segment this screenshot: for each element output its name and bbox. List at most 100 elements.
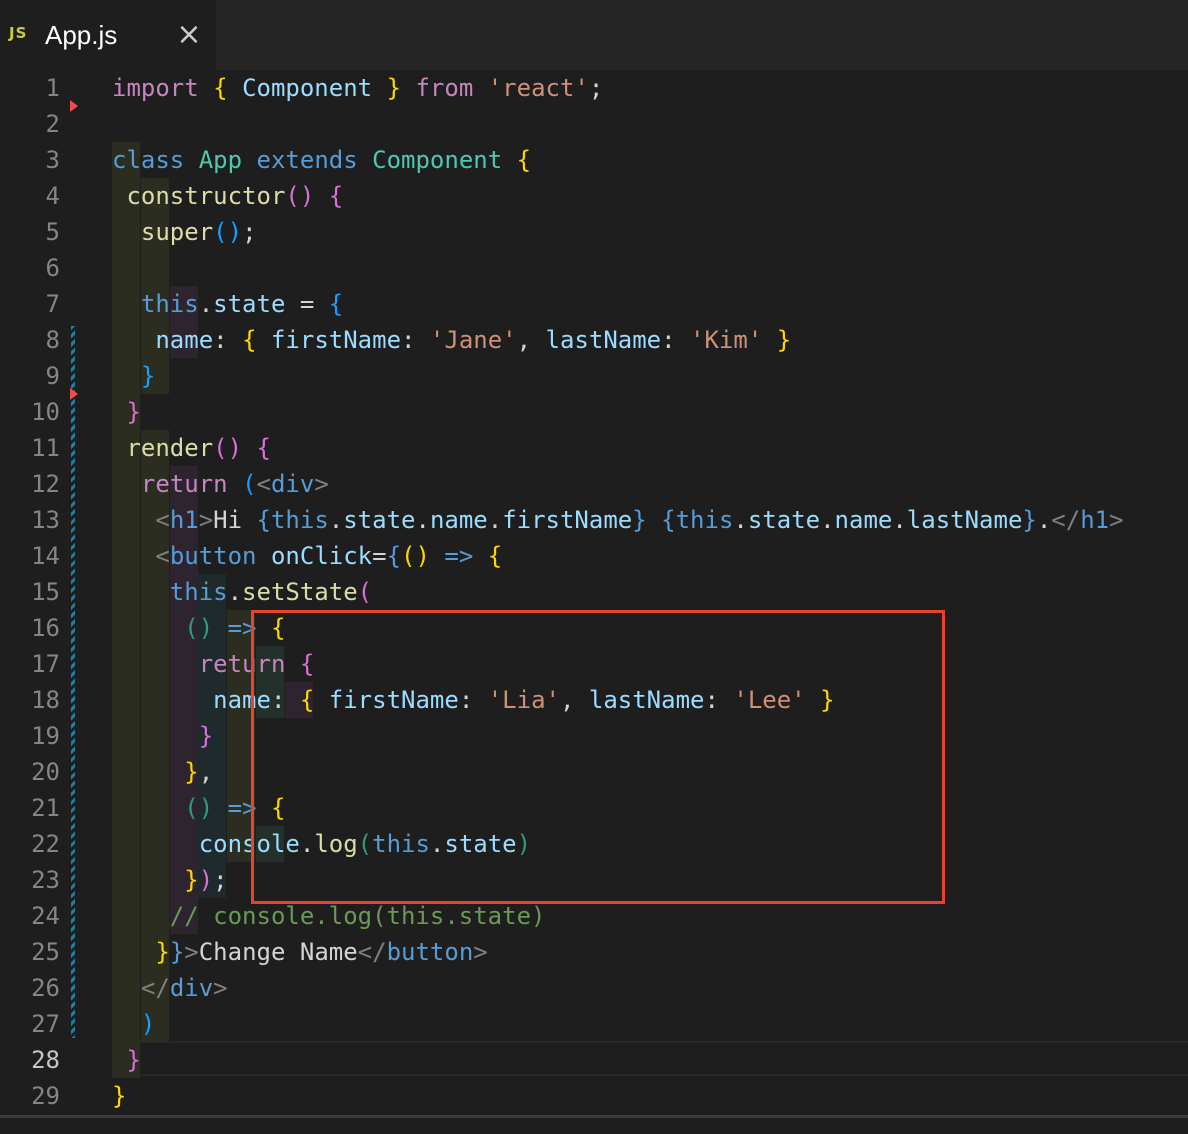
current-line-highlight [112, 1041, 1188, 1076]
code-line[interactable]: <h1>Hi {this.state.name.firstName} {this… [112, 502, 1124, 538]
code-token: { [242, 326, 257, 354]
code-token: setState [242, 578, 358, 606]
code-token: > [1109, 506, 1124, 534]
code-line[interactable]: super(); [112, 214, 257, 250]
code-line[interactable]: </div> [112, 970, 228, 1006]
code-line[interactable]: this.state = { [112, 286, 343, 322]
code-token: > [314, 470, 329, 498]
code-line[interactable]: ) [112, 1006, 155, 1042]
code-token: </ [357, 938, 387, 966]
line-number: 14 [31, 542, 60, 570]
annotation-highlight-box [251, 610, 945, 904]
code-token: } [169, 938, 185, 966]
line-number: 4 [45, 182, 60, 210]
code-token: } [776, 326, 792, 354]
line-number: 7 [45, 290, 60, 318]
code-line[interactable]: } [112, 394, 140, 430]
code-token: constructor [126, 182, 286, 210]
code-token: > [473, 938, 488, 966]
code-line[interactable]: } [112, 718, 213, 754]
code-token: render [126, 434, 214, 462]
code-token: : [661, 326, 691, 354]
code-token: ) [198, 866, 214, 894]
line-number: 17 [31, 650, 60, 678]
code-token: : [401, 326, 430, 354]
code-token: 'react' [487, 74, 589, 102]
code-token: return [140, 470, 228, 498]
close-icon[interactable]: × [174, 18, 204, 52]
line-number: 2 [45, 110, 60, 138]
code-line[interactable]: }, [112, 754, 213, 790]
code-line[interactable]: import { Component } from 'react'; [112, 70, 603, 106]
code-token: { [213, 74, 228, 102]
code-token: . [1036, 506, 1052, 534]
code-token: lastName [906, 506, 1023, 534]
line-number: 23 [31, 866, 60, 894]
code-token: state [747, 506, 821, 534]
line-number: 18 [31, 686, 60, 714]
code-token: from [415, 74, 474, 102]
code-token: } [126, 1046, 141, 1074]
code-token: </ [140, 974, 170, 1002]
code-line[interactable]: }); [112, 862, 227, 898]
code-token: this [169, 578, 228, 606]
code-token: name [429, 506, 488, 534]
code-line[interactable]: class App extends Component { [112, 142, 531, 178]
code-line[interactable]: render() { [112, 430, 271, 466]
code-token: class [112, 146, 185, 174]
line-number: 27 [31, 1010, 60, 1038]
code-token: this [140, 290, 199, 318]
code-line[interactable]: } [112, 1078, 126, 1114]
line-number: 19 [31, 722, 60, 750]
diff-deleted-marker[interactable] [70, 100, 78, 112]
code-token: 'Kim' [690, 326, 763, 354]
line-number: 13 [31, 506, 60, 534]
code-token: . [328, 506, 344, 534]
code-line[interactable]: } [112, 1042, 141, 1078]
line-number: 21 [31, 794, 60, 822]
code-token: // console.log(this.state) [169, 902, 546, 930]
code-token: () [285, 182, 315, 210]
code-token: < [256, 470, 271, 498]
code-token: < [155, 506, 170, 534]
diff-deleted-marker[interactable] [70, 388, 78, 400]
code-line[interactable]: this.setState( [112, 574, 372, 610]
code-line[interactable]: name: { firstName: 'Jane', lastName: 'Ki… [112, 322, 791, 358]
code-token: { [328, 182, 344, 210]
code-token: firstName [270, 326, 402, 354]
code-line[interactable]: } [112, 358, 155, 394]
code-token: ; [242, 218, 257, 246]
diff-modified-marker[interactable] [71, 326, 75, 1038]
code-token: () [184, 794, 214, 822]
code-line[interactable]: constructor() { [112, 178, 343, 214]
tab-app-js[interactable]: JS App.js × [0, 0, 216, 70]
code-token: super [140, 218, 214, 246]
code-token: => [444, 542, 474, 570]
code-token: { [256, 434, 271, 462]
code-line[interactable]: return (<div> [112, 466, 329, 502]
code-token: firstName [502, 506, 633, 534]
code-token: ) [140, 1010, 156, 1038]
code-line[interactable]: }}>Change Name</button> [112, 934, 488, 970]
code-token: Component [372, 146, 503, 174]
code-editor[interactable]: 1 2 3 4 5 6 7 8 9 10 11 12 13 14 15 16 17 18 19 20 21 22 23 24 2… [0, 70, 1188, 1134]
code-token: . [820, 506, 835, 534]
code-token: } [198, 722, 214, 750]
code-line[interactable]: <button onClick={() => { [112, 538, 502, 574]
panel-divider [0, 1115, 1188, 1118]
code-token: : [213, 326, 243, 354]
code-token: . [227, 578, 243, 606]
